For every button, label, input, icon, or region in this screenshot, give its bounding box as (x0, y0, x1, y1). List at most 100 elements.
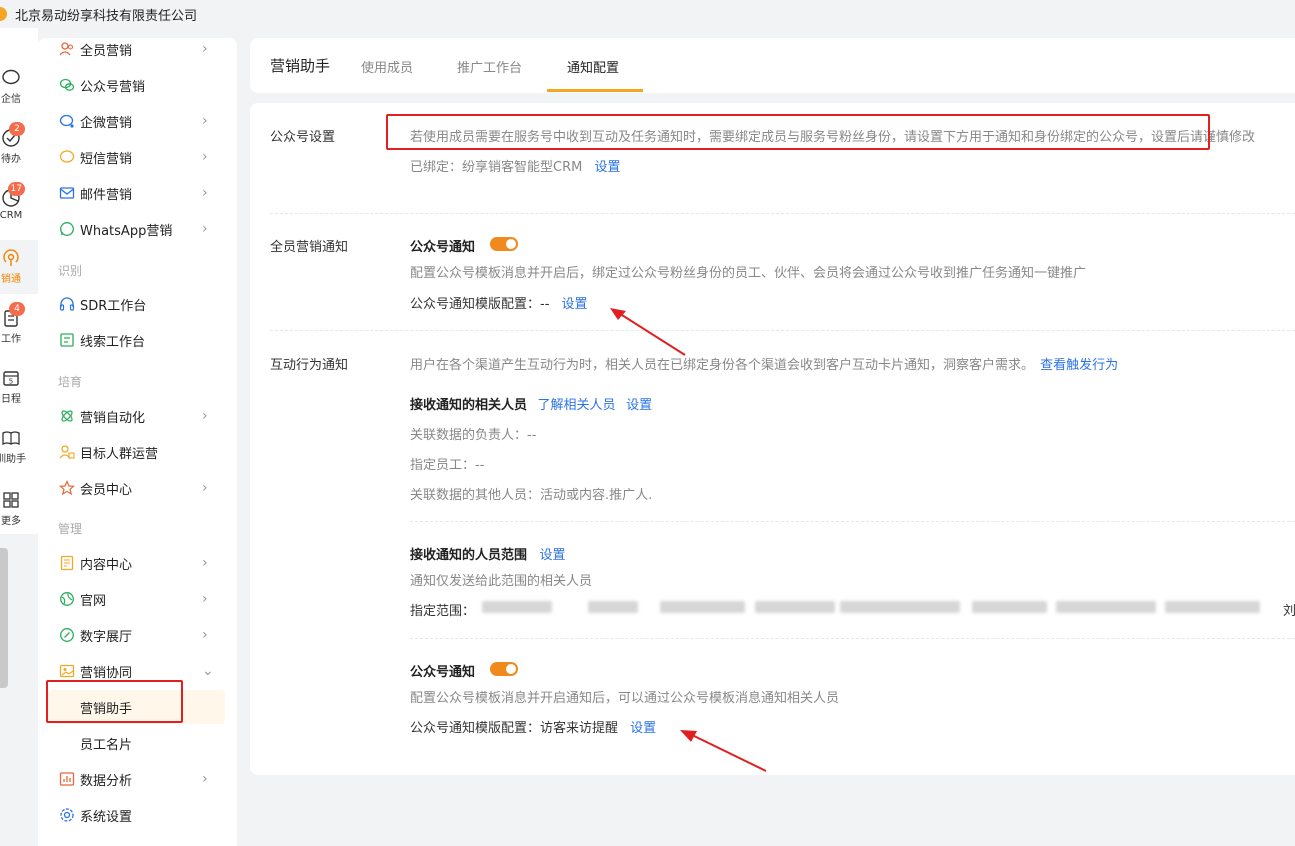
sidebar-item-member[interactable]: 会员中心 › (38, 470, 237, 506)
sidebar-item-wecom[interactable]: 企微营销 › (38, 103, 237, 139)
sidebar-item-analytics[interactable]: 数据分析 › (38, 761, 237, 797)
rail-item-schedule[interactable]: 5 日程 (0, 368, 34, 405)
mail-icon (58, 184, 76, 202)
sidebar-subitem-label: 员工名片 (80, 737, 133, 753)
recipients-title: 接收通知的相关人员 了解相关人员 设置 (410, 394, 652, 413)
sidebar-item-whatsapp[interactable]: WhatsApp营销 › (38, 211, 237, 247)
check-circle-icon: 2 (1, 122, 25, 148)
recipient-owner: 关联数据的负责人：-- (410, 428, 537, 443)
rail-item-more[interactable]: 更多 (0, 490, 34, 527)
official-account-set-link[interactable]: 设置 (594, 160, 620, 175)
group-title-manage: 管理 (58, 522, 83, 536)
chevron-right-icon: › (202, 221, 208, 237)
sidebar-item-label: 官网 (80, 593, 107, 609)
active-tab-indicator (547, 89, 643, 92)
chat-bubble-icon (1, 68, 21, 88)
wecom-icon (58, 112, 76, 130)
grid-icon (1, 490, 21, 510)
sidebar-item-content[interactable]: 内容中心 › (38, 545, 237, 581)
staff-notify-set-link[interactable]: 设置 (562, 297, 588, 312)
sidebar-item-audience[interactable]: 目标人群运营 (38, 434, 237, 470)
staff-notify-toggle[interactable] (490, 237, 518, 251)
book-icon (1, 428, 21, 448)
company-logo-icon (0, 7, 7, 21)
todo-badge: 2 (9, 122, 25, 136)
tab-members[interactable]: 使用成员 (361, 57, 413, 76)
clipboard-icon: 4 (1, 302, 25, 328)
scope-range-label: 指定范围： (410, 604, 476, 619)
section-label-official-account: 公众号设置 (270, 130, 336, 145)
sidebar-item-label: 企微营销 (80, 115, 133, 131)
sidebar-item-settings[interactable]: 系统设置 (38, 797, 237, 833)
sidebar-item-label: WhatsApp营销 (80, 223, 173, 239)
staff-notify-template-text: 公众号通知模版配置：-- (410, 297, 550, 312)
wx-notify-set-link[interactable]: 设置 (630, 721, 656, 736)
staff-notify-template: 公众号通知模版配置：-- 设置 (410, 293, 588, 312)
recipients-title-text: 接收通知的相关人员 (410, 398, 528, 413)
rail-item-label: 待办 (1, 154, 21, 165)
sidebar-item-email[interactable]: 邮件营销 › (38, 175, 237, 211)
sidebar-item-staff-marketing[interactable]: 全员营销 › (38, 31, 237, 67)
group-title-identify: 识别 (58, 264, 83, 278)
view-trigger-behavior-link[interactable]: 查看触发行为 (1040, 358, 1118, 373)
rail-item-crm[interactable]: 17 CRM (0, 182, 34, 221)
sidebar-item-label: 数字展厅 (80, 629, 133, 645)
interaction-notify-desc: 用户在各个渠道产生互动行为时，相关人员在已绑定身份各个渠道会收到客户互动卡片通知… (410, 354, 1118, 373)
sidebar-item-leads[interactable]: 线索工作台 (38, 322, 237, 358)
scope-set-link[interactable]: 设置 (540, 548, 566, 563)
scope-title: 接收通知的人员范围 设置 (410, 544, 566, 563)
group-title-nurture: 培育 (58, 375, 83, 389)
bound-account: 已绑定：纷享销客智能型CRM 设置 (410, 156, 620, 175)
annotation-arrow-icon (680, 730, 767, 772)
sidebar-item-label: SDR工作台 (80, 298, 147, 314)
sidebar-subitem-staff-card[interactable]: 员工名片 (48, 726, 225, 760)
scope-title-text: 接收通知的人员范围 (410, 548, 528, 563)
rail-item-assistant[interactable]: 训助手 (0, 428, 34, 465)
sidebar-item-sms[interactable]: 短信营销 › (38, 139, 237, 175)
interaction-notify-desc-text: 用户在各个渠道产生互动行为时，相关人员在已绑定身份各个渠道会收到客户互动卡片通知… (410, 358, 1035, 373)
staff-notify-desc: 配置公众号模板消息并开启后，绑定过公众号粉丝身份的员工、伙伴、会员将会通过公众号… (410, 266, 1087, 281)
rail-scrollbar[interactable] (0, 548, 8, 688)
app-rail: 企信 2 待办 17 CRM 销通 4 工作 5 日程 训助手 更多 (0, 28, 38, 846)
wx-notify-toggle[interactable] (490, 662, 518, 676)
wechat-icon (58, 76, 76, 94)
sidebar-item-label: 营销自动化 (80, 410, 146, 426)
divider (270, 213, 1295, 214)
divider (410, 521, 1295, 522)
tab-promotion-workbench[interactable]: 推广工作台 (457, 57, 522, 76)
staff-notify-title: 公众号通知 (410, 240, 476, 255)
chevron-right-icon: › (202, 480, 208, 496)
chevron-right-icon: › (202, 555, 208, 571)
recipients-set-link[interactable]: 设置 (626, 398, 652, 413)
rail-item-label: 训助手 (0, 454, 26, 465)
sidebar-item-website[interactable]: 官网 › (38, 581, 237, 617)
wx-notify-template-text: 公众号通知模版配置：访客来访提醒 (410, 721, 619, 736)
sidebar-item-label: 内容中心 (80, 557, 133, 573)
divider (270, 330, 1295, 331)
company-name: 北京易动纷享科技有限责任公司 (15, 8, 198, 24)
sidebar-item-automation[interactable]: 营销自动化 › (38, 398, 237, 434)
rail-item-work[interactable]: 4 工作 (0, 302, 34, 345)
tab-notification-config[interactable]: 通知配置 (567, 57, 619, 76)
rail-item-todo[interactable]: 2 待办 (0, 122, 34, 165)
sidebar-item-label: 会员中心 (80, 482, 133, 498)
learn-recipients-link[interactable]: 了解相关人员 (538, 398, 616, 413)
tabs-header: 营销助手 使用成员 推广工作台 通知配置 (250, 38, 1295, 93)
calendar-day: 5 (9, 378, 13, 386)
sidebar-nav: 全员营销 › 公众号营销 企微营销 › 短信营销 › 邮件营销 › WhatsA… (38, 38, 237, 846)
chevron-down-icon: ⌄ (202, 663, 214, 679)
sidebar-item-label: 营销协同 (80, 665, 133, 681)
annotation-box-notice (386, 114, 1210, 150)
rail-item-chat[interactable]: 企信 (0, 68, 34, 105)
globe-icon (58, 590, 76, 608)
member-star-icon (58, 479, 76, 497)
sidebar-item-sdr[interactable]: SDR工作台 (38, 286, 237, 322)
sidebar-item-official-account[interactable]: 公众号营销 (38, 67, 237, 103)
rail-item-marketing[interactable]: 销通 (0, 248, 34, 285)
chevron-right-icon: › (202, 627, 208, 643)
wx-notify-desc: 配置公众号模板消息并开启通知后，可以通过公众号模板消息通知相关人员 (410, 691, 840, 706)
sidebar-item-showroom[interactable]: 数字展厅 › (38, 617, 237, 653)
scope-desc: 通知仅发送给此范围的相关人员 (410, 574, 593, 589)
rail-item-label: 工作 (1, 334, 21, 345)
sidebar-item-label: 邮件营销 (80, 187, 133, 203)
